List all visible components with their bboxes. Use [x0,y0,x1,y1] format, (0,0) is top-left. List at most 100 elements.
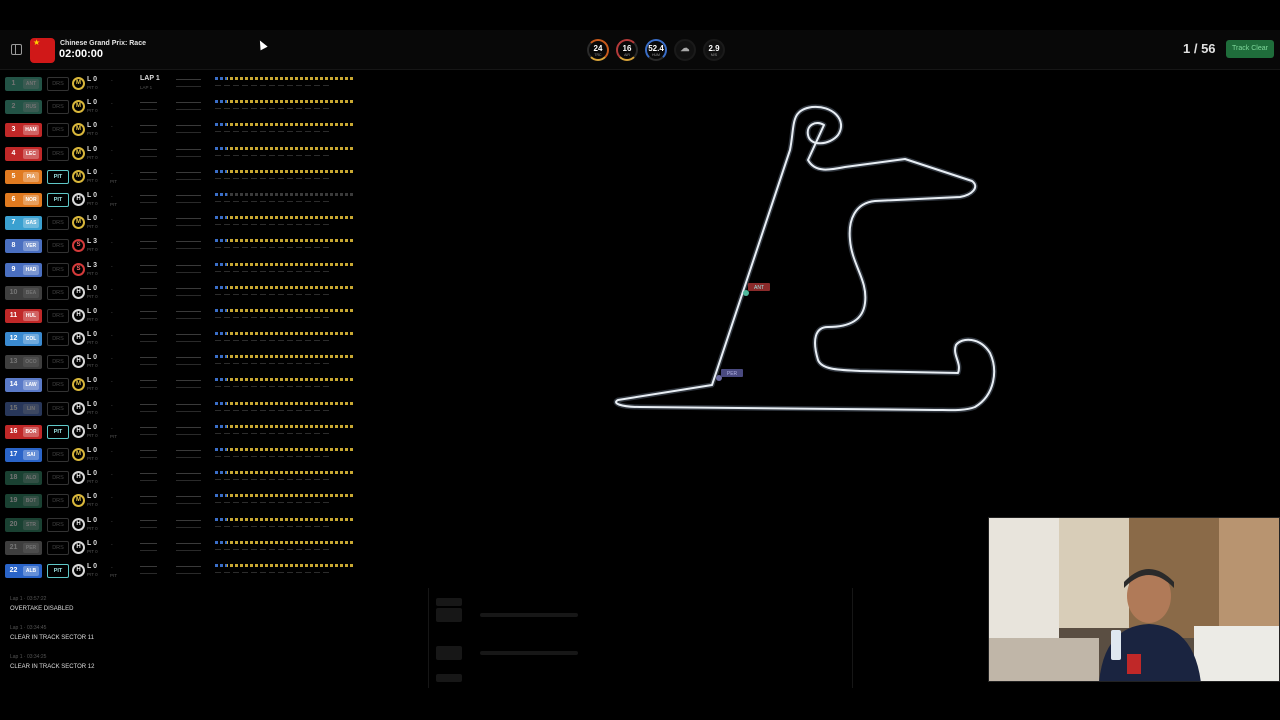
drs-indicator: DRS [47,540,69,555]
laptime-placeholder [176,201,201,203]
air-temp-gauge: 16 AIR [616,39,638,61]
driver-row[interactable]: 17 SAI DRS M L 0 PIT 0 - [5,444,365,467]
position-number: 20 [9,520,18,528]
tyre-compound-icon: S [72,262,85,276]
track-status-button[interactable]: Track Clear [1226,40,1274,58]
drs-indicator: DRS [47,262,69,277]
pit-count: PIT 0 [87,456,98,461]
car-marker-label: PER [727,371,738,377]
tyre-laps: L 0 [87,284,97,292]
laptime-placeholder [176,341,201,343]
laptime-placeholder [176,148,201,150]
driver-row[interactable]: 6 NOR PIT H L 0 PIT 0 PIT - [5,189,365,212]
mini-sectors [215,471,355,475]
driver-row[interactable]: 10 BEA DRS H L 0 PIT 0 - [5,282,365,305]
tyre-laps: L 0 [87,331,97,339]
laptime-placeholder [176,334,201,336]
track-temp-gauge: 24 TRC [587,39,609,61]
driver-row[interactable]: 1 ANT DRS M L 0 PIT 0 - LAP 1 LAP 1 [5,73,365,96]
car-marker: PER [716,369,743,381]
sector-times [215,200,330,202]
sector-times [215,456,330,457]
gap-dash: - [111,518,113,525]
driver-row[interactable]: 3 HAM DRS M L 0 PIT 0 - [5,119,365,142]
mini-sectors [215,216,355,220]
laptime-placeholder [176,410,201,412]
driver-row[interactable]: 16 BOR PIT H L 0 PIT 0 PIT - [5,421,365,444]
interval-placeholder [140,364,157,366]
tyre-compound-icon: H [72,285,85,299]
tyre-compound-icon: H [72,424,85,438]
driver-row[interactable]: 7 GAS DRS M L 0 PIT 0 - [5,212,365,235]
tyre-laps: L 0 [87,377,97,385]
sidebar-toggle-icon[interactable] [11,44,22,55]
gap-dash: - [111,356,113,363]
driver-row[interactable]: 5 PIA PIT M L 0 PIT 0 PIT - [5,166,365,189]
pit-indicator: PIT [47,169,69,184]
laptime-placeholder [176,102,201,104]
interval-placeholder [140,155,157,157]
driver-code: ANT [23,79,39,89]
interval-placeholder [140,178,157,180]
sector-times [215,131,330,133]
pit-count: PIT 0 [87,525,98,531]
pit-tag: PIT [110,433,118,439]
tyre-compound-icon: M [72,494,85,508]
mini-sectors [215,494,355,498]
laptime-placeholder [176,86,201,87]
sector-times [215,224,330,226]
mini-sectors [215,401,355,405]
position-number: 11 [9,311,18,319]
mini-sectors [215,285,355,289]
driver-row[interactable]: 8 VER DRS S L 3 PIT 0 - [5,235,365,258]
gap-dash: - [111,147,113,154]
driver-row[interactable]: 4 LEC DRS M L 0 PIT 0 - [5,143,365,166]
driver-row[interactable]: 11 HUL DRS H L 0 PIT 0 - [5,305,365,328]
driver-row[interactable]: 14 LAW DRS M L 0 PIT 0 - [5,374,365,397]
driver-code: LEC [23,148,39,159]
driver-row[interactable]: 20 STR DRS H L 0 PIT 0 - [5,514,365,537]
driver-row[interactable]: 2 RUS DRS M L 0 PIT 0 - [5,96,365,119]
track-map-svg: ANT PER [613,104,997,413]
driver-row[interactable]: 12 COL DRS H L 0 PIT 0 - [5,328,365,351]
laptime-placeholder [176,549,201,551]
pit-count: PIT 0 [87,154,98,160]
drs-indicator: DRS [47,355,69,370]
driver-row[interactable]: 15 LIN DRS H L 0 PIT 0 - [5,398,365,421]
interval-placeholder [140,480,157,482]
rain-gauge: ☁ [674,39,696,61]
driver-row[interactable]: 22 ALB PIT H L 0 PIT 0 PIT - [5,560,365,583]
interval-placeholder [140,310,157,312]
position-badge: 15 LIN [5,401,42,416]
driver-row[interactable]: 13 OCO DRS H L 0 PIT 0 - [5,351,365,374]
driver-row[interactable]: 21 PER DRS H L 0 PIT 0 - [5,537,365,560]
interval-placeholder [140,194,157,196]
tyre-laps: L 0 [87,307,97,315]
loading-placeholder [436,608,462,622]
tyre-compound-icon: M [72,448,85,461]
driver-row[interactable]: 9 HAD DRS S L 3 PIT 0 - [5,259,365,282]
driver-row[interactable]: 19 BOT DRS M L 0 PIT 0 - [5,490,365,513]
laptime-placeholder [176,271,201,273]
laptime-placeholder [176,125,201,127]
tyre-compound-icon: M [72,77,85,90]
interval-placeholder [140,125,157,127]
gap-dash: - [111,333,113,340]
race-control-log: Lap 1 · 03:57:22 OVERTAKE DISABLED Lap 1… [10,596,410,683]
tyre-laps: L 0 [87,99,97,107]
mini-sectors [215,517,355,521]
interval-placeholder [140,380,157,382]
pit-count: PIT 0 [87,200,98,206]
pit-indicator: PIT [47,424,69,439]
pit-indicator: PIT [47,563,69,578]
driver-row[interactable]: 18 ALO DRS H L 0 PIT 0 - [5,467,365,490]
interval-placeholder [140,473,157,475]
tyre-laps: L 0 [87,191,97,199]
wind-gauge: 2.9 M/S [703,39,725,61]
position-number: 21 [9,543,18,551]
tyre-laps: L 0 [87,354,97,362]
interval-placeholder [140,109,157,111]
track-outline [613,104,997,413]
gap-dash: - [111,564,113,571]
pit-count: PIT 0 [87,85,98,90]
